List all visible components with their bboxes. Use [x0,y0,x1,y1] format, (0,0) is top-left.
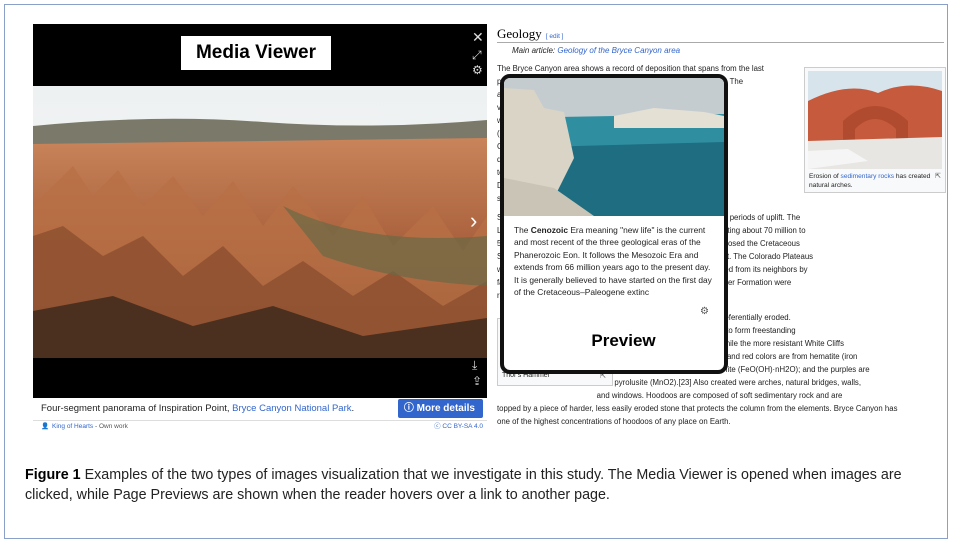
preview-image [504,78,724,216]
arch-image [808,71,942,169]
settings-icon[interactable]: ⚙ [472,64,483,76]
share-icon[interactable]: ⇪ [472,375,482,387]
author-link[interactable]: King of Hearts [52,423,93,430]
author-suffix: - Own work [93,423,128,430]
caption-text: Four-segment panorama of Inspiration Poi… [41,403,233,414]
heading-text: Geology [497,26,542,41]
more-details-button[interactable]: ⓘ More details [397,399,483,418]
panorama-image [33,86,487,358]
preview-text-bold: Cenozoic [530,225,568,235]
heading-divider [497,42,944,43]
preview-label: Preview [578,326,669,355]
figure-label: Figure 1 [25,467,81,483]
media-viewer-caption: Four-segment panorama of Inspiration Poi… [33,398,487,421]
arch-caption-link[interactable]: sedimentary rocks [841,173,895,180]
media-viewer-label: Media Viewer [181,36,331,70]
media-viewer-footer: 👤 King of Hearts - Own work ⓒ CC BY-SA 4… [33,420,487,434]
preview-text-body: Era meaning "new life" is the current an… [514,225,712,298]
download-icon[interactable]: ⤓ [472,359,477,371]
figure-caption: Figure 1 Examples of the two types of im… [25,466,935,505]
arch-thumbnail[interactable]: Erosion of sedimentary rocks has created… [804,67,946,193]
main-article-label: Main article: [512,46,558,55]
main-article-note: Main article: Geology of the Bryce Canyo… [512,46,680,55]
paragraph-line: and windows. Hoodoos are composed of sof… [497,391,843,400]
preview-settings-icon[interactable]: ⚙ [700,306,709,317]
paragraph-line: topped by a piece of harder, less easily… [497,404,898,413]
arch-caption-pre: Erosion of [809,173,841,180]
expand-icon[interactable]: ⇱ [935,172,941,180]
arch-caption: Erosion of sedimentary rocks has created… [809,172,941,190]
close-icon[interactable]: ✕ [472,30,484,44]
fullscreen-icon[interactable]: ⤢ [472,49,482,61]
more-details-label: More details [416,403,475,414]
user-icon: 👤 [41,423,50,430]
main-article-link[interactable]: Geology of the Bryce Canyon area [557,46,680,55]
preview-text: The Cenozoic Era meaning "new life" is t… [514,224,712,298]
info-icon: ⓘ [403,403,417,414]
license-link[interactable]: ⓒ CC BY-SA 4.0 [434,420,483,434]
next-image-icon[interactable]: › [470,208,477,234]
edit-link[interactable]: [ edit ] [546,33,564,40]
section-heading: Geology [ edit ] [497,26,564,42]
preview-text-pre: The [514,225,531,235]
license-label: CC BY-SA 4.0 [442,423,483,430]
caption-period: . [351,403,355,414]
figure-caption-text: Examples of the two types of images visu… [25,467,902,503]
paragraph-line: one of the highest concentrations of hoo… [497,417,731,426]
caption-link[interactable]: Bryce Canyon National Park [232,403,351,414]
